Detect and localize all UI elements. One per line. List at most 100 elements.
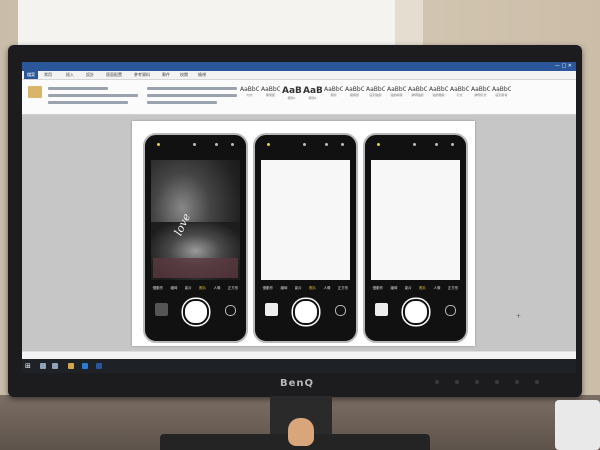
style-tile[interactable]: AaBbCcD區別強調: [366, 86, 385, 102]
shutter-button[interactable]: [403, 299, 429, 325]
style-name: 強調斜體: [390, 93, 403, 97]
tab-file[interactable]: 檔案: [24, 71, 38, 79]
tab-mailings[interactable]: 郵件: [162, 72, 170, 78]
timer-icon[interactable]: [215, 143, 218, 146]
tab-layout[interactable]: 版面配置: [106, 72, 122, 78]
filter-icon[interactable]: [451, 143, 454, 146]
style-tile[interactable]: AaBbCcD無間距: [261, 86, 280, 102]
style-tile[interactable]: AaBbCcD區別參考: [492, 86, 511, 102]
tab-home[interactable]: 常用: [44, 72, 52, 78]
flash-icon[interactable]: [267, 143, 270, 146]
word-app-icon[interactable]: [96, 363, 102, 369]
timer-icon[interactable]: [325, 143, 328, 146]
tab-view[interactable]: 檢視: [198, 72, 206, 78]
window-controls[interactable]: — □ ✕: [555, 63, 572, 69]
live-photo-icon[interactable]: [303, 143, 306, 146]
style-sample: AaBbCcD: [471, 86, 490, 93]
camera-preview-blank: [261, 160, 350, 280]
style-name: 引文: [456, 93, 463, 97]
font-name-box[interactable]: [48, 87, 108, 90]
mode-photo[interactable]: 照片: [309, 286, 316, 291]
mode-photo[interactable]: 照片: [419, 286, 426, 291]
last-photo-thumbnail[interactable]: [155, 303, 168, 316]
live-photo-icon[interactable]: [193, 143, 196, 146]
mode-video[interactable]: 影片: [405, 286, 412, 291]
mode-square[interactable]: 正方形: [338, 286, 349, 291]
flip-camera-icon[interactable]: [335, 305, 346, 316]
browser-icon[interactable]: [82, 363, 88, 369]
camera-modes: 慢動作 縮時 影片 照片 人像 正方形: [259, 286, 352, 291]
task-view-icon[interactable]: [52, 363, 58, 369]
paragraph-row-3[interactable]: [147, 101, 217, 104]
mode-square[interactable]: 正方形: [448, 286, 459, 291]
shutter-button[interactable]: [183, 299, 209, 325]
paragraph-row-1[interactable]: [147, 87, 237, 90]
mode-portrait[interactable]: 人像: [433, 286, 440, 291]
style-name: 無間距: [265, 93, 275, 97]
file-explorer-icon[interactable]: [68, 363, 74, 369]
style-tile[interactable]: AaBbCcD鮮明引文: [471, 86, 490, 102]
style-tile[interactable]: AaBbCcD副標題: [345, 86, 364, 102]
tab-design[interactable]: 設計: [86, 72, 94, 78]
style-tile[interactable]: AaBbCcD強調粗體: [429, 86, 448, 102]
mode-portrait[interactable]: 人像: [323, 286, 330, 291]
style-tile[interactable]: AaB 標題2: [303, 86, 322, 102]
start-button-icon[interactable]: ⊞: [25, 362, 31, 370]
mode-timelapse[interactable]: 縮時: [170, 286, 177, 291]
camera-preview-blank: [371, 160, 460, 280]
filter-icon[interactable]: [341, 143, 344, 146]
mode-timelapse[interactable]: 縮時: [390, 286, 397, 291]
flash-icon[interactable]: [157, 143, 160, 146]
shutter-button[interactable]: [293, 299, 319, 325]
phone-1: love 慢動作 縮時 影片 照片 人像 正方形: [143, 133, 248, 343]
style-name: 鮮明引文: [474, 93, 487, 97]
search-icon[interactable]: [40, 363, 46, 369]
live-photo-icon[interactable]: [413, 143, 416, 146]
style-tile[interactable]: AaB 標題1: [282, 86, 301, 102]
flip-camera-icon[interactable]: [225, 305, 236, 316]
flip-camera-icon[interactable]: [445, 305, 456, 316]
style-tile[interactable]: AaBbCcD內文: [240, 86, 259, 102]
style-sample: AaB: [282, 86, 301, 96]
style-tile[interactable]: AaBbCcD強調斜體: [387, 86, 406, 102]
monitor-button[interactable]: [435, 380, 439, 384]
style-tile[interactable]: AaBbCcD鮮明強調: [408, 86, 427, 102]
tab-review[interactable]: 校閱: [180, 72, 188, 78]
mode-slomo[interactable]: 慢動作: [373, 286, 384, 291]
paragraph-row-2[interactable]: [147, 94, 237, 97]
mode-photo[interactable]: 照片: [199, 286, 206, 291]
mode-video[interactable]: 影片: [185, 286, 192, 291]
ultrasound-label-strip: [153, 258, 238, 278]
mode-slomo[interactable]: 慢動作: [263, 286, 274, 291]
power-button[interactable]: [535, 380, 539, 384]
style-name: 區別強調: [369, 93, 382, 97]
mode-timelapse[interactable]: 縮時: [280, 286, 287, 291]
flash-icon[interactable]: [377, 143, 380, 146]
monitor-button[interactable]: [515, 380, 519, 384]
style-sample: AaBbCcD: [240, 86, 259, 93]
tab-references[interactable]: 參考資料: [134, 72, 150, 78]
mode-square[interactable]: 正方形: [228, 286, 239, 291]
style-tile[interactable]: AaBbC 標題: [324, 86, 343, 102]
style-name: 副標題: [349, 93, 359, 97]
last-photo-thumbnail[interactable]: [265, 303, 278, 316]
mode-portrait[interactable]: 人像: [213, 286, 220, 291]
monitor-button[interactable]: [475, 380, 479, 384]
tab-insert[interactable]: 插入: [66, 72, 74, 78]
timer-icon[interactable]: [435, 143, 438, 146]
monitor-button[interactable]: [455, 380, 459, 384]
style-tile[interactable]: AaBbCcD引文: [450, 86, 469, 102]
mode-video[interactable]: 影片: [295, 286, 302, 291]
paste-icon[interactable]: [28, 86, 42, 98]
style-name: 鮮明強調: [411, 93, 424, 97]
font-format-row[interactable]: [48, 94, 138, 97]
mode-slomo[interactable]: 慢動作: [153, 286, 164, 291]
style-sample: AaBbCcD: [345, 86, 364, 93]
style-sample: AaBbCcD: [450, 86, 469, 93]
font-color-row[interactable]: [48, 101, 128, 104]
last-photo-thumbnail[interactable]: [375, 303, 388, 316]
desk-device: [555, 400, 600, 450]
windows-taskbar: ⊞: [22, 359, 576, 373]
filter-icon[interactable]: [231, 143, 234, 146]
monitor-button[interactable]: [495, 380, 499, 384]
